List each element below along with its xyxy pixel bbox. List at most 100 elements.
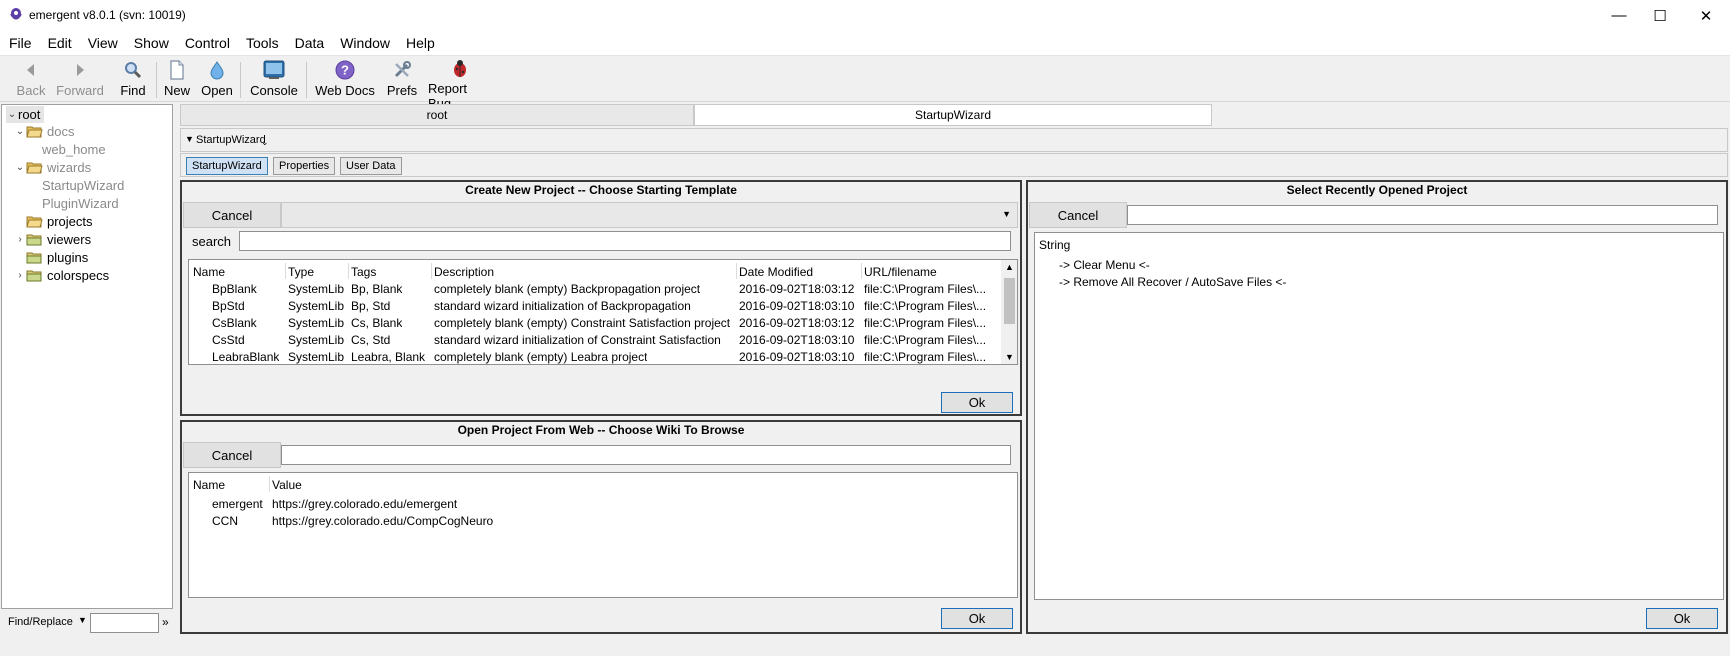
template-col-url-filename[interactable]: URL/filename bbox=[864, 265, 937, 279]
console-button[interactable]: Console bbox=[248, 58, 300, 100]
template-cell: SystemLib bbox=[288, 282, 345, 296]
tree-item-root[interactable]: ⌄ root bbox=[6, 106, 45, 123]
template-cell: LeabraBlank bbox=[212, 350, 280, 364]
wiki-input[interactable] bbox=[281, 445, 1011, 465]
tree-label: web_home bbox=[42, 142, 106, 157]
back-button[interactable]: Back bbox=[14, 58, 48, 100]
menu-show[interactable]: Show bbox=[134, 35, 169, 51]
wiki-table[interactable]: Name Value emergent https://grey.colorad… bbox=[188, 472, 1018, 598]
menu-control[interactable]: Control bbox=[185, 35, 230, 51]
folder-icon bbox=[26, 234, 42, 246]
find-button[interactable]: Find bbox=[118, 58, 148, 100]
template-col-type[interactable]: Type bbox=[288, 265, 314, 279]
prefs-button[interactable]: Prefs bbox=[384, 58, 420, 100]
tree-item-pluginwizard[interactable]: PluginWizard bbox=[42, 195, 119, 212]
template-col-name[interactable]: Name bbox=[193, 265, 225, 279]
menu-window[interactable]: Window bbox=[340, 35, 390, 51]
menu-edit[interactable]: Edit bbox=[48, 35, 72, 51]
template-col-date-modified[interactable]: Date Modified bbox=[739, 265, 813, 279]
table-row[interactable]: CsBlank SystemLib Cs, Blank completely blan… bbox=[189, 316, 1001, 333]
menu-data[interactable]: Data bbox=[295, 35, 325, 51]
recent-project-list[interactable]: String -> Clear Menu <- -> Remove All Re… bbox=[1034, 232, 1724, 600]
forward-arrow-icon bbox=[69, 59, 91, 81]
new-project-cancel-button[interactable]: Cancel bbox=[183, 202, 281, 228]
scroll-down-icon[interactable]: ▼ bbox=[1005, 352, 1014, 362]
web-project-cancel-button[interactable]: Cancel bbox=[183, 442, 281, 468]
recent-project-input[interactable] bbox=[1127, 205, 1718, 225]
subtab-user-data[interactable]: User Data bbox=[340, 157, 402, 175]
table-row[interactable]: LeabraBlank SystemLib Leabra, Blank complet… bbox=[189, 350, 1001, 364]
scroll-up-icon[interactable]: ▲ bbox=[1005, 262, 1014, 272]
vertical-scrollbar[interactable]: ▲ ▼ bbox=[1001, 260, 1017, 364]
recent-project-ok-button[interactable]: Ok bbox=[1646, 608, 1718, 629]
template-cell: completely blank (empty) Backpropagation… bbox=[434, 282, 701, 296]
scroll-thumb[interactable] bbox=[1004, 278, 1015, 324]
tools-wrench-icon bbox=[391, 59, 413, 81]
clear-menu-item[interactable]: -> Clear Menu <- bbox=[1059, 258, 1150, 272]
tree-item-colorspecs[interactable]: › colorspecs bbox=[14, 267, 109, 284]
column-separator[interactable] bbox=[736, 263, 737, 279]
open-button[interactable]: Open bbox=[200, 58, 234, 100]
find-replace-input[interactable] bbox=[90, 613, 159, 633]
forward-button[interactable]: Forward bbox=[56, 58, 104, 100]
column-separator[interactable] bbox=[431, 263, 432, 279]
maximize-button[interactable]: ☐ bbox=[1638, 0, 1682, 31]
menu-tools[interactable]: Tools bbox=[246, 35, 279, 51]
tree-item-plugins[interactable]: plugins bbox=[26, 249, 88, 266]
webdocs-button[interactable]: ? Web Docs bbox=[314, 58, 376, 100]
close-button[interactable]: ✕ bbox=[1684, 0, 1728, 31]
new-project-ok-button[interactable]: Ok bbox=[941, 392, 1013, 413]
tree-item-wizards[interactable]: ⌄ wizards bbox=[14, 159, 91, 176]
search-input[interactable] bbox=[239, 231, 1011, 251]
forward-label: Forward bbox=[56, 83, 104, 98]
web-project-ok-button[interactable]: Ok bbox=[941, 608, 1013, 629]
menu-view[interactable]: View bbox=[88, 35, 118, 51]
tree-item-docs[interactable]: ⌄ docs bbox=[14, 123, 75, 140]
menu-file[interactable]: File bbox=[9, 35, 32, 51]
subtab-startupwizard[interactable]: StartupWizard bbox=[186, 157, 268, 175]
dropdown-arrow-icon[interactable]: ▼ bbox=[78, 615, 87, 625]
column-separator[interactable] bbox=[348, 263, 349, 279]
tree-item-web-home[interactable]: web_home bbox=[42, 141, 106, 158]
collapse-triangle-icon[interactable]: ▼ bbox=[185, 134, 194, 144]
recent-project-cancel-button[interactable]: Cancel bbox=[1029, 202, 1127, 228]
toolbar-separator bbox=[156, 62, 157, 98]
wiki-col-value[interactable]: Value bbox=[272, 478, 302, 492]
table-row[interactable]: BpStd SystemLib Bp, Std standard wizard ini… bbox=[189, 299, 1001, 316]
tree-item-viewers[interactable]: › viewers bbox=[14, 231, 91, 248]
more-chevron-icon[interactable]: » bbox=[162, 615, 169, 629]
subtab-properties[interactable]: Properties bbox=[273, 157, 336, 175]
template-cell: BpBlank bbox=[212, 282, 257, 296]
wiki-col-name[interactable]: Name bbox=[193, 478, 225, 492]
column-separator[interactable] bbox=[285, 263, 286, 279]
dropdown-arrow-icon[interactable]: ⌄ bbox=[261, 137, 269, 148]
minimize-button[interactable]: — bbox=[1597, 0, 1641, 31]
toolbar-separator bbox=[240, 62, 241, 98]
menu-help[interactable]: Help bbox=[406, 35, 435, 51]
table-row[interactable]: CsStd SystemLib Cs, Std standard wizard ini… bbox=[189, 333, 1001, 350]
template-combo[interactable]: ▼ bbox=[281, 202, 1018, 228]
remove-autosave-item[interactable]: -> Remove All Recover / AutoSave Files <… bbox=[1059, 275, 1286, 289]
template-cell: SystemLib bbox=[288, 350, 345, 364]
table-row[interactable]: BpBlank SystemLib Bp, Blank completely blan… bbox=[189, 282, 1001, 299]
tree-label: colorspecs bbox=[47, 268, 110, 283]
tree-item-startupwizard[interactable]: StartupWizard bbox=[42, 177, 124, 194]
browser-tree[interactable]: ⌄ root ⌄ docs web_home ⌄ wizards Startup… bbox=[1, 104, 173, 609]
template-col-description[interactable]: Description bbox=[434, 265, 494, 279]
tab-root[interactable]: root bbox=[180, 104, 694, 126]
template-cell: SystemLib bbox=[288, 299, 345, 313]
web-project-group: Open Project From Web -- Choose Wiki To … bbox=[180, 420, 1022, 634]
tab-startupwizard[interactable]: StartupWizard bbox=[694, 104, 1212, 126]
wiki-value-cell: https://grey.colorado.edu/CompCogNeuro bbox=[272, 514, 494, 528]
reportbug-button[interactable]: Report Bug bbox=[428, 58, 492, 111]
column-separator[interactable] bbox=[861, 263, 862, 279]
tree-item-projects[interactable]: projects bbox=[26, 213, 93, 230]
tree-label: viewers bbox=[47, 232, 92, 247]
template-col-tags[interactable]: Tags bbox=[351, 265, 376, 279]
template-table[interactable]: Name Type Tags Description Date Modified URL/… bbox=[188, 259, 1018, 365]
menu-bar: File Edit View Show Control Tools Data W… bbox=[0, 31, 1730, 55]
toolbar-separator bbox=[306, 62, 307, 98]
new-button[interactable]: New bbox=[160, 58, 194, 100]
template-cell: standard wizard initialization of Backpr… bbox=[434, 299, 691, 313]
new-project-title: Create New Project -- Choose Starting Te… bbox=[465, 183, 737, 197]
